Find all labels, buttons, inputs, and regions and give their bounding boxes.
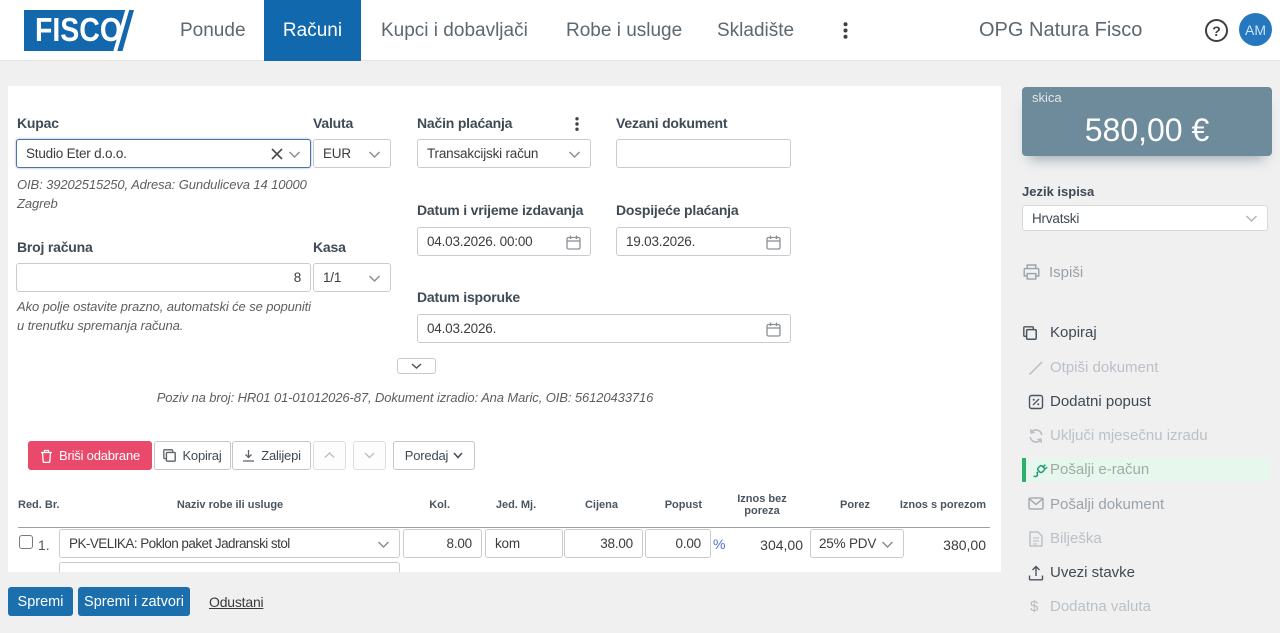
svg-text:FISCO: FISCO [35,11,122,48]
